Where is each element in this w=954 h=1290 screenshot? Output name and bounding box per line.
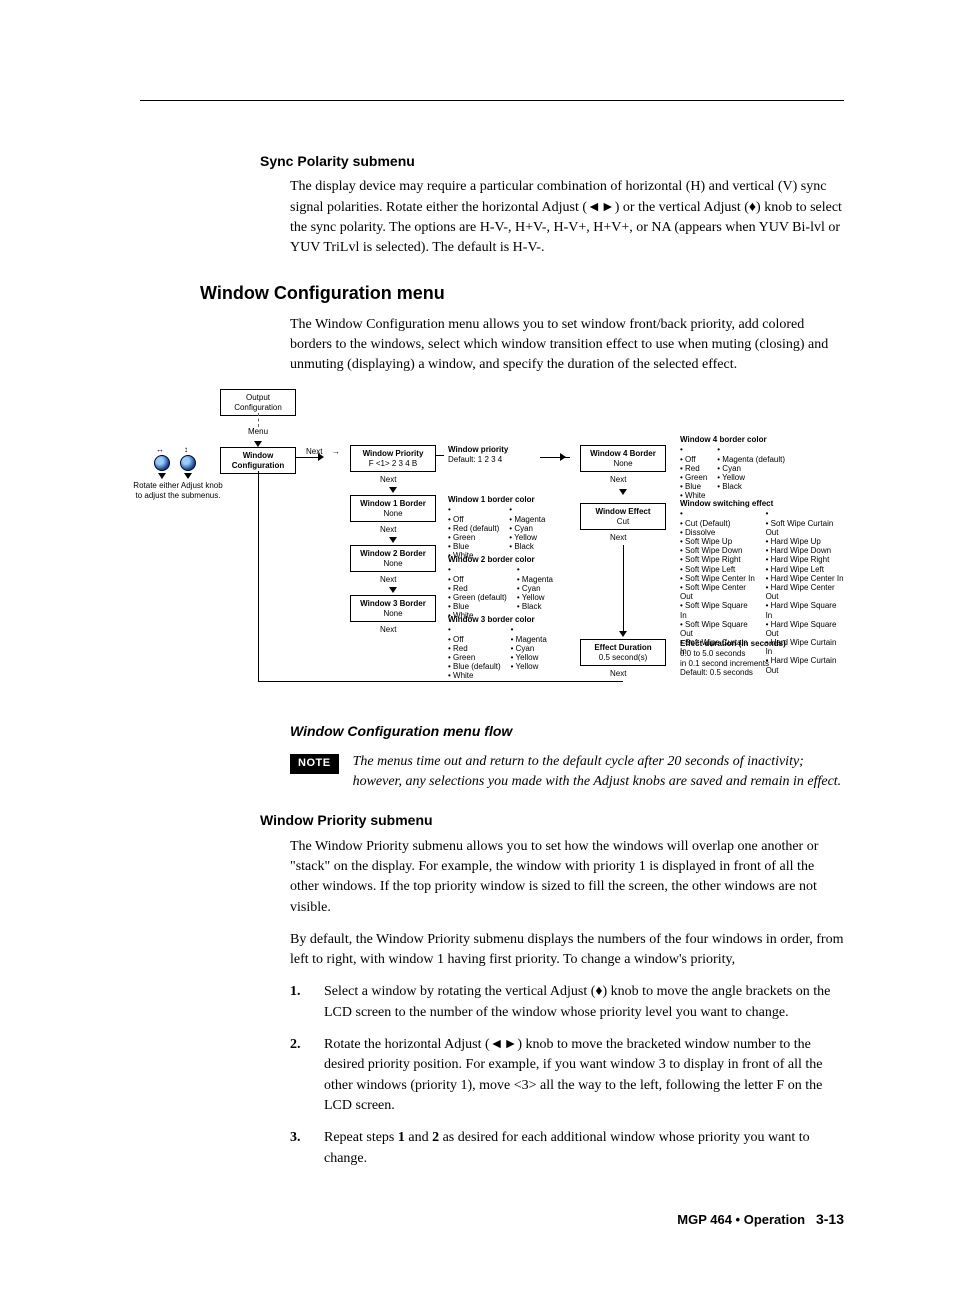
note-badge: NOTE — [290, 754, 339, 774]
bc3-list: OffRedGreenBlue (default)White MagentaCy… — [448, 625, 547, 680]
bc-col-left: OffRedGreen (default)BlueWhite — [448, 565, 507, 620]
output-config-box: Output Configuration — [220, 389, 296, 415]
bc1-title: Window 1 border color — [448, 495, 535, 504]
output-config-label: Output Configuration — [234, 393, 282, 411]
top-rule — [140, 100, 844, 101]
sync-heading: Sync Polarity submenu — [260, 151, 844, 171]
window2-border-box: Window 2 Border None — [350, 545, 436, 571]
window4-border-box: Window 4 Border None — [580, 445, 666, 471]
window3-border-box: Window 3 Border None — [350, 595, 436, 621]
ed-title: Effect duration (in seconds) — [680, 639, 786, 648]
connector — [540, 457, 570, 458]
menu-label: Menu — [248, 427, 268, 436]
arrow-down-icon — [619, 489, 627, 495]
w4b-value: None — [585, 459, 661, 468]
flow-caption: Window Configuration menu flow — [290, 721, 844, 741]
w2b-title: Window 2 Border — [355, 549, 431, 558]
bc1-list: OffRed (default)GreenBlueWhite MagentaCy… — [448, 505, 545, 560]
w3b-value: None — [355, 609, 431, 618]
arrow-down-icon — [389, 537, 397, 543]
connector — [296, 457, 318, 458]
arrow-down-icon — [184, 473, 192, 479]
arrow-right-text: → — [332, 447, 340, 456]
connector — [436, 455, 444, 456]
note-text: The menus time out and return to the def… — [353, 752, 844, 793]
bc4-list: OffRedGreenBlueWhite Magenta (default)Cy… — [680, 445, 785, 500]
window-config-box: Window Configuration — [220, 447, 296, 473]
bc-col-right: MagentaCyanYellowBlack — [517, 565, 553, 620]
next-label: Next — [380, 625, 396, 634]
step-3: Repeat steps 1 and 2 as desired for each… — [290, 1128, 844, 1169]
bc-col-left: OffRedGreenBlueWhite — [680, 445, 707, 500]
adjust-knob-horizontal — [154, 455, 170, 471]
w3b-title: Window 3 Border — [355, 599, 431, 608]
bc-col-left: OffRed (default)GreenBlueWhite — [448, 505, 499, 560]
page: Sync Polarity submenu The display device… — [0, 0, 954, 1290]
connector — [258, 413, 259, 427]
connector — [258, 681, 623, 682]
edur-title: Effect Duration — [585, 643, 661, 652]
bc2-title: Window 2 border color — [448, 555, 535, 564]
w4b-title: Window 4 Border — [585, 449, 661, 458]
footer-title: MGP 464 • Operation — [677, 1212, 805, 1227]
step-2: Rotate the horizontal Adjust (◄►) knob t… — [290, 1035, 844, 1116]
arrow-right-icon — [318, 453, 324, 461]
window-config-paragraph: The Window Configuration menu allows you… — [290, 315, 844, 376]
next-label: Next — [610, 669, 626, 678]
bc-col-right: MagentaCyanYellowBlack — [509, 505, 545, 560]
bc-col-right: Magenta (default)CyanYellowBlack — [717, 445, 785, 500]
connector — [258, 471, 259, 681]
window-config-box-label: Window Configuration — [232, 451, 284, 469]
w2b-value: None — [355, 559, 431, 568]
wpri-p2: By default, the Window Priority submenu … — [290, 930, 844, 971]
rotate-note: Rotate either Adjust knob to adjust the … — [132, 481, 224, 499]
wp-side-default: Default: 1 2 3 4 — [448, 455, 502, 464]
lr-arrow-icon: ↔ — [156, 445, 164, 454]
weff-value: Cut — [585, 517, 661, 526]
steps-list: Select a window by rotating the vertical… — [290, 982, 844, 1168]
footer-page: 3-13 — [816, 1211, 844, 1227]
connector — [623, 545, 624, 635]
bc3-title: Window 3 border color — [448, 615, 535, 624]
wpri-p1: The Window Priority submenu allows you t… — [290, 837, 844, 918]
adjust-knob-vertical — [180, 455, 196, 471]
weff-title: Window Effect — [585, 507, 661, 516]
w1b-value: None — [355, 509, 431, 518]
edur-value: 0.5 second(s) — [585, 653, 661, 662]
step-1: Select a window by rotating the vertical… — [290, 982, 844, 1023]
wp-value: F <1> 2 3 4 B — [355, 459, 431, 468]
ud-arrow-icon: ↕ — [184, 445, 188, 454]
ws-col-right: Soft Wipe Curtain OutHard Wipe UpHard Wi… — [766, 509, 844, 674]
next-label: Next — [610, 533, 626, 542]
effect-duration-box: Effect Duration 0.5 second(s) — [580, 639, 666, 665]
next-label: Next — [380, 525, 396, 534]
w1b-title: Window 1 Border — [355, 499, 431, 508]
bc4-title: Window 4 border color — [680, 435, 767, 444]
note-row: NOTE The menus time out and return to th… — [290, 752, 844, 793]
arrow-down-icon — [389, 487, 397, 493]
ed-lines: 0.0 to 5.0 secondsin 0.1 second incremen… — [680, 649, 769, 677]
wp-side-title: Window priority — [448, 445, 508, 454]
next-label: Next — [380, 475, 396, 484]
window-priority-box: Window Priority F <1> 2 3 4 B — [350, 445, 436, 471]
window-config-diagram: ↔ ↕ Rotate either Adjust knob to adjust … — [140, 389, 844, 709]
window-priority-heading: Window Priority submenu — [260, 810, 844, 830]
ws-title: Window switching effect — [680, 499, 773, 508]
window-effect-box: Window Effect Cut — [580, 503, 666, 529]
bc2-list: OffRedGreen (default)BlueWhite MagentaCy… — [448, 565, 553, 620]
sync-paragraph: The display device may require a particu… — [290, 177, 844, 258]
bc-col-right: MagentaCyanYellowYellow — [511, 625, 547, 680]
arrow-down-icon — [389, 587, 397, 593]
next-label: Next — [610, 475, 626, 484]
wp-title: Window Priority — [355, 449, 431, 458]
arrow-down-icon — [158, 473, 166, 479]
window1-border-box: Window 1 Border None — [350, 495, 436, 521]
next-label: Next — [380, 575, 396, 584]
bc-col-left: OffRedGreenBlue (default)White — [448, 625, 501, 680]
window-config-heading: Window Configuration menu — [200, 280, 844, 306]
page-footer: MGP 464 • Operation 3-13 — [140, 1209, 844, 1230]
